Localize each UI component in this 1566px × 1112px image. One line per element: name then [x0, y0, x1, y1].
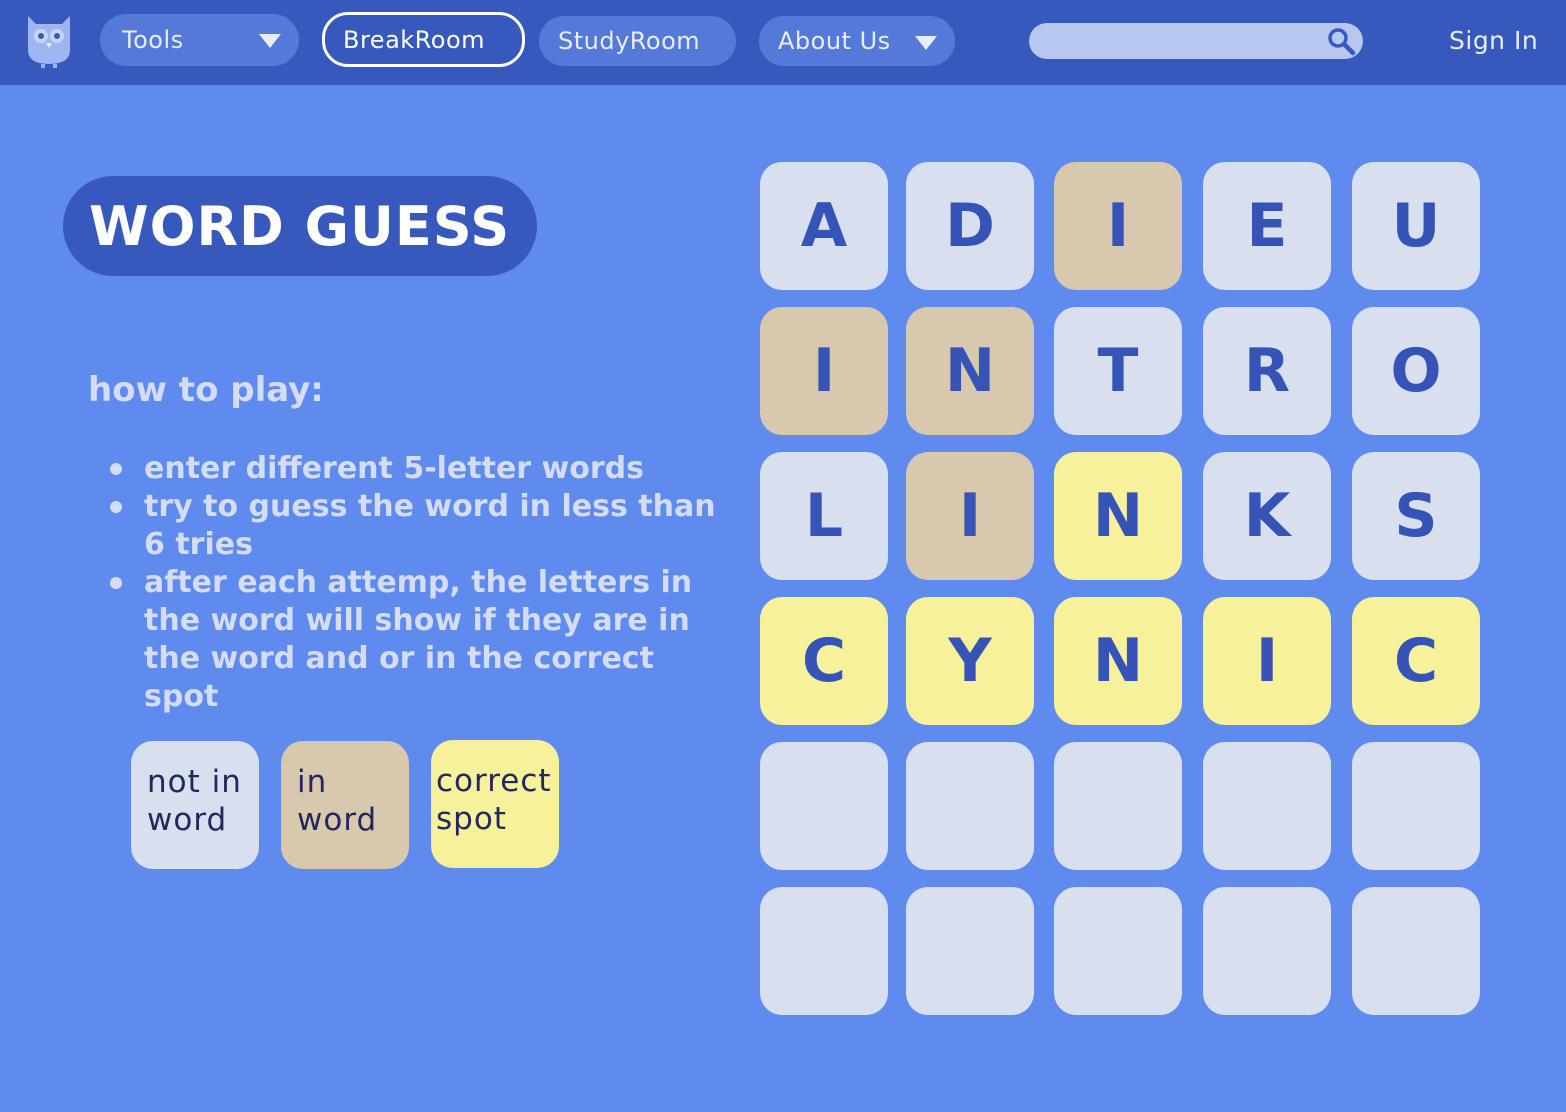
- legend-not-in-word: not in word: [131, 741, 259, 869]
- letter-tile-present: I: [760, 307, 888, 435]
- letter-tile-absent: S: [1352, 452, 1480, 580]
- empty-tile: [1352, 742, 1480, 870]
- empty-tile: [906, 742, 1034, 870]
- tools-label: Tools: [122, 26, 184, 54]
- letter-tile-present: N: [906, 307, 1034, 435]
- tools-dropdown[interactable]: Tools: [100, 14, 299, 66]
- about-us-dropdown[interactable]: About Us: [759, 16, 955, 66]
- about-us-label: About Us: [778, 27, 891, 55]
- top-navbar: Tools BreakRoom StudyRoom About Us Sign …: [0, 0, 1566, 85]
- letter-tile-correct: I: [1203, 597, 1331, 725]
- letter-tile-absent: E: [1203, 162, 1331, 290]
- search-input[interactable]: [1029, 23, 1363, 59]
- letter-tile-present: I: [906, 452, 1034, 580]
- letter-tile-absent: L: [760, 452, 888, 580]
- empty-tile: [760, 742, 888, 870]
- search-icon[interactable]: [1326, 26, 1356, 56]
- breakroom-tab[interactable]: BreakRoom: [322, 12, 525, 67]
- letter-tile-absent: D: [906, 162, 1034, 290]
- letter-tile-absent: O: [1352, 307, 1480, 435]
- how-to-play-heading: how to play:: [88, 370, 324, 410]
- empty-tile: [1054, 742, 1182, 870]
- letter-tile-correct: N: [1054, 452, 1182, 580]
- letter-tile-absent: U: [1352, 162, 1480, 290]
- rule-item: after each attemp, the letters in the wo…: [106, 564, 716, 716]
- sign-in-link[interactable]: Sign In: [1449, 26, 1538, 55]
- letter-tile-present: I: [1054, 162, 1182, 290]
- rules-list: enter different 5-letter words try to gu…: [106, 450, 716, 716]
- page-title: WORD GUESS: [63, 176, 537, 276]
- letter-tile-correct: C: [1352, 597, 1480, 725]
- rule-item: try to guess the word in less than 6 tri…: [106, 488, 716, 564]
- empty-tile: [1352, 887, 1480, 1015]
- chevron-down-icon: [915, 36, 937, 50]
- chevron-down-icon: [259, 34, 281, 48]
- owl-logo-icon[interactable]: [22, 10, 76, 68]
- empty-tile: [1203, 887, 1331, 1015]
- studyroom-tab[interactable]: StudyRoom: [539, 16, 736, 66]
- letter-tile-absent: A: [760, 162, 888, 290]
- legend-correct-spot: correct spot: [431, 740, 559, 868]
- letter-tile-absent: K: [1203, 452, 1331, 580]
- empty-tile: [760, 887, 888, 1015]
- studyroom-label: StudyRoom: [558, 27, 701, 55]
- letter-tile-absent: R: [1203, 307, 1331, 435]
- letter-tile-correct: Y: [906, 597, 1034, 725]
- empty-tile: [1054, 887, 1182, 1015]
- letter-tile-correct: N: [1054, 597, 1182, 725]
- letter-tile-correct: C: [760, 597, 888, 725]
- empty-tile: [906, 887, 1034, 1015]
- empty-tile: [1203, 742, 1331, 870]
- legend-in-word: in word: [281, 741, 409, 869]
- rule-item: enter different 5-letter words: [106, 450, 716, 488]
- letter-tile-absent: T: [1054, 307, 1182, 435]
- breakroom-label: BreakRoom: [343, 25, 486, 54]
